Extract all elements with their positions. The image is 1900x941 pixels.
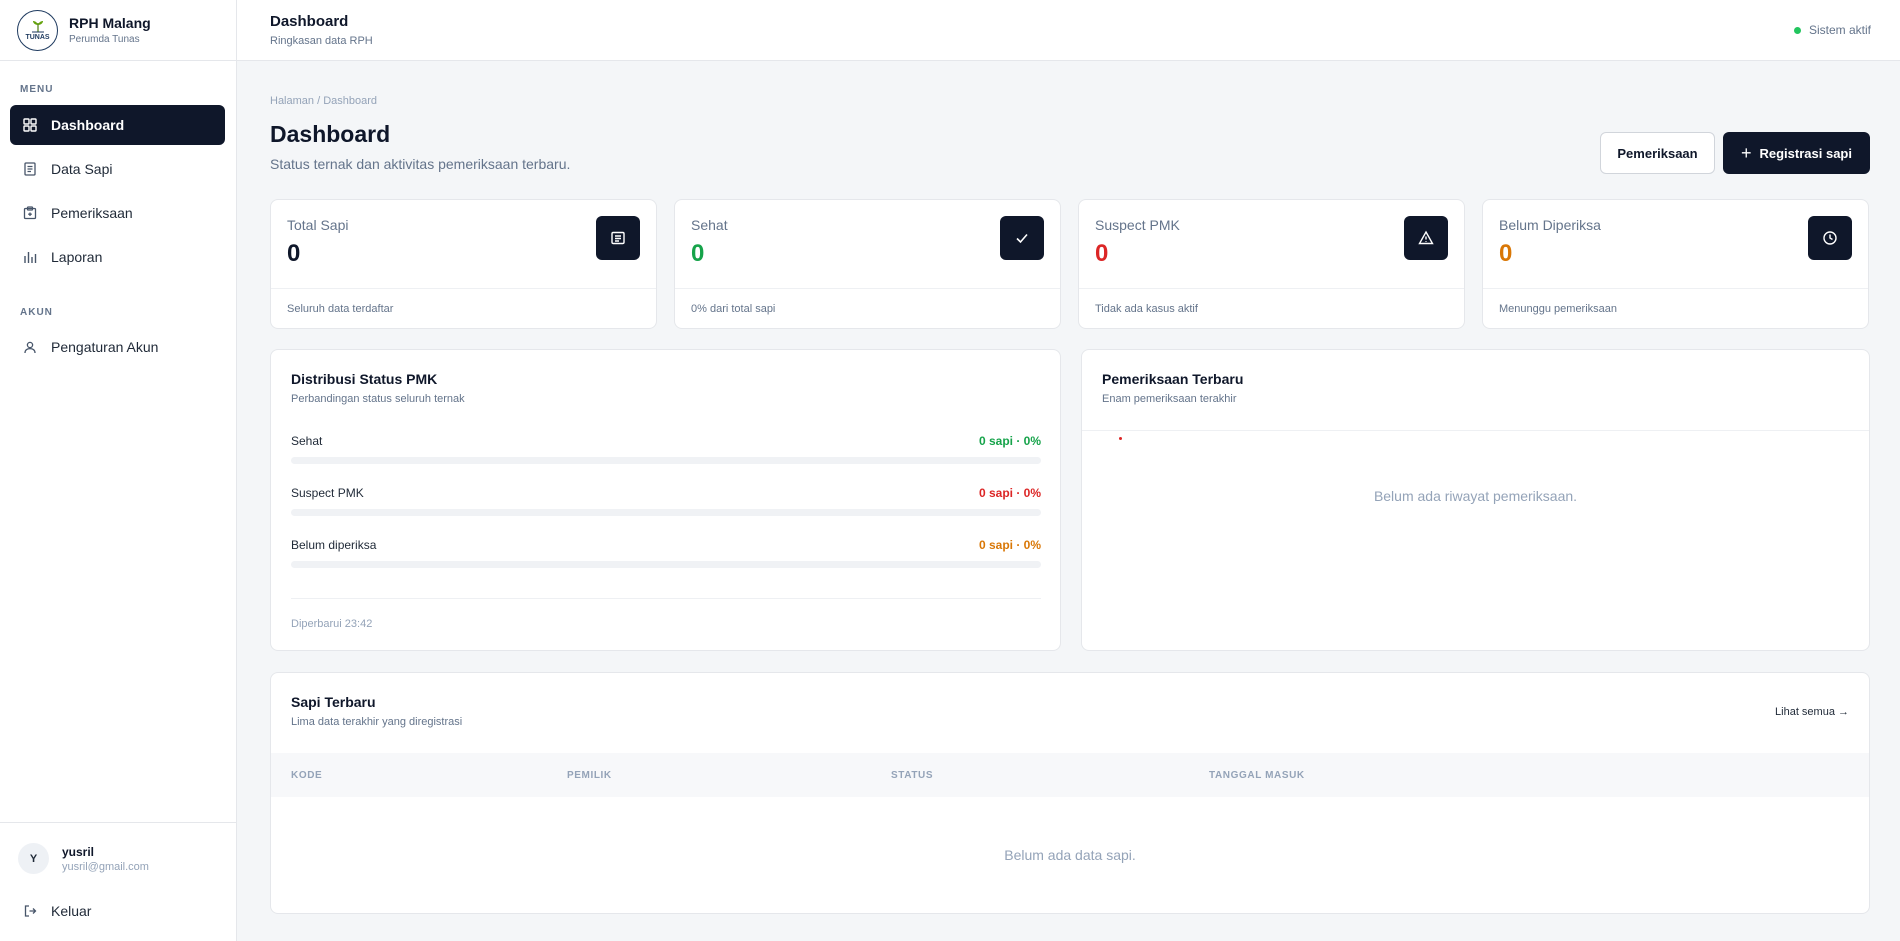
stat-value: 0 [287, 240, 301, 267]
menu-section-label: MENU [20, 84, 54, 95]
registrasi-sapi-button[interactable]: + Registrasi sapi [1723, 132, 1870, 174]
topbar: Dashboard Ringkasan data RPH Sistem akti… [237, 0, 1900, 61]
system-status: Sistem aktif [1793, 23, 1871, 37]
distribution-row-label: Belum diperiksa [291, 538, 377, 552]
distribution-row-value: 0 sapi · 0% [978, 538, 1041, 552]
stat-card-total-sapi: Total Sapi 0 Seluruh data terdaftar [270, 199, 657, 329]
distribution-title: Distribusi Status PMK [291, 371, 438, 387]
distribution-row-suspect-pmk: Suspect PMK 0 sapi · 0% [291, 486, 1041, 516]
stat-value: 0 [691, 240, 705, 267]
warning-icon [1404, 216, 1448, 260]
stat-label: Suspect PMK [1095, 217, 1180, 233]
sidebar-item-label: Pemeriksaan [51, 205, 133, 221]
distribution-row-value: 0 sapi · 0% [978, 486, 1041, 500]
stat-footnote: Menunggu pemeriksaan [1499, 303, 1618, 315]
stat-card-suspect-pmk: Suspect PMK 0 Tidak ada kasus aktif [1078, 199, 1465, 329]
system-status-label: Sistem aktif [1808, 23, 1871, 37]
progress-track [291, 509, 1041, 516]
distribution-row-label: Sehat [291, 434, 323, 448]
progress-track [291, 457, 1041, 464]
avatar: Y [18, 843, 49, 874]
account-nav: Pengaturan Akun [10, 327, 225, 371]
clipboard-icon [23, 206, 37, 220]
header-title: Dashboard [270, 13, 349, 30]
recent-checks-title: Pemeriksaan Terbaru [1102, 371, 1244, 387]
plus-icon: + [1740, 142, 1752, 163]
stat-label: Total Sapi [287, 217, 349, 233]
latest-cattle-subtitle: Lima data terakhir yang diregistrasi [291, 716, 463, 728]
stat-label: Sehat [691, 217, 728, 233]
stat-value: 0 [1095, 240, 1109, 267]
column-header-pemilik: PEMILIK [567, 770, 612, 781]
table-header: KODE PEMILIK STATUS TANGGAL MASUK [271, 753, 1869, 797]
column-header-kode: KODE [291, 770, 323, 781]
page-subtitle: Status ternak dan aktivitas pemeriksaan … [270, 156, 571, 172]
bar-chart-icon [24, 252, 37, 263]
column-header-status: STATUS [891, 770, 934, 781]
stat-footnote: Seluruh data terdaftar [287, 303, 394, 315]
user-email: yusril@gmail.com [62, 860, 149, 873]
sidebar-item-label: Laporan [51, 249, 103, 265]
breadcrumb: Halaman / Dashboard [270, 95, 378, 107]
check-icon [1000, 216, 1044, 260]
status-dot-icon [1793, 26, 1801, 34]
stat-card-sehat: Sehat 0 0% dari total sapi [674, 199, 1061, 329]
sidebar-item-label: Dashboard [51, 117, 125, 133]
sidebar-item-label: Pengaturan Akun [51, 339, 159, 355]
stat-cards: Total Sapi 0 Seluruh data terdaftar Seha… [270, 199, 1870, 329]
indicator-dot-icon [1119, 437, 1122, 440]
account-section-label: AKUN [20, 307, 53, 318]
stat-card-belum-diperiksa: Belum Diperiksa 0 Menunggu pemeriksaan [1482, 199, 1869, 329]
recent-checks-empty: Belum ada riwayat pemeriksaan. [1373, 488, 1578, 504]
user-icon [24, 341, 36, 354]
header-subtitle: Ringkasan data RPH [270, 35, 373, 47]
stat-value: 0 [1499, 240, 1513, 267]
sidebar-item-laporan[interactable]: Laporan [10, 237, 225, 277]
sidebar-item-data-sapi[interactable]: Data Sapi [10, 149, 225, 189]
brand-subtitle: Perumda Tunas [69, 34, 140, 45]
progress-track [291, 561, 1041, 568]
brand-logo: TUNAS [17, 9, 58, 51]
logout-icon [24, 905, 37, 917]
pemeriksaan-button-label: Pemeriksaan [1617, 145, 1698, 161]
logout-button[interactable]: Keluar [23, 903, 91, 919]
distribution-updated: Diperbarui 23:42 [291, 618, 373, 630]
sidebar-item-label: Data Sapi [51, 161, 113, 177]
pemeriksaan-button[interactable]: Pemeriksaan [1600, 132, 1715, 174]
stat-footnote: Tidak ada kasus aktif [1095, 303, 1198, 315]
latest-cattle-empty: Belum ada data sapi. [1004, 847, 1136, 863]
sidebar: TUNAS RPH Malang Perumda Tunas MENU Dash… [0, 0, 237, 941]
latest-cattle-panel: Sapi Terbaru Lima data terakhir yang dir… [270, 672, 1870, 914]
list-icon [596, 216, 640, 260]
clock-icon [1808, 216, 1852, 260]
brand-name: RPH Malang [69, 15, 151, 31]
leaf-icon [31, 21, 44, 33]
see-all-link[interactable]: Lihat semua → [1775, 706, 1849, 718]
page-title: Dashboard [270, 121, 391, 147]
document-icon [24, 162, 36, 176]
distribution-row-belum-diperiksa: Belum diperiksa 0 sapi · 0% [291, 538, 1041, 568]
distribution-row-label: Suspect PMK [291, 486, 364, 500]
recent-checks-panel: Pemeriksaan Terbaru Enam pemeriksaan ter… [1081, 349, 1870, 651]
stat-footnote: 0% dari total sapi [691, 303, 776, 315]
column-header-tanggal-masuk: TANGGAL MASUK [1209, 770, 1305, 781]
main-nav: Dashboard Data Sapi Pemeriksaan Laporan [10, 105, 225, 281]
user-name: yusril [62, 844, 95, 859]
sidebar-item-dashboard[interactable]: Dashboard [10, 105, 225, 145]
recent-checks-subtitle: Enam pemeriksaan terakhir [1102, 393, 1237, 405]
distribution-row-value: 0 sapi · 0% [978, 434, 1041, 448]
distribution-panel: Distribusi Status PMK Perbandingan statu… [270, 349, 1061, 651]
sidebar-item-pengaturan-akun[interactable]: Pengaturan Akun [10, 327, 225, 367]
brand-logo-text: TUNAS [25, 34, 50, 41]
distribution-subtitle: Perbandingan status seluruh ternak [291, 393, 465, 405]
sidebar-item-pemeriksaan[interactable]: Pemeriksaan [10, 193, 225, 233]
user-panel: Y yusril yusril@gmail.com Keluar [0, 822, 236, 941]
latest-cattle-title: Sapi Terbaru [291, 694, 376, 710]
brand: TUNAS RPH Malang Perumda Tunas [0, 0, 236, 61]
distribution-row-sehat: Sehat 0 sapi · 0% [291, 434, 1041, 464]
stat-label: Belum Diperiksa [1499, 217, 1601, 233]
grid-icon [23, 118, 37, 132]
logout-label: Keluar [51, 903, 92, 919]
registrasi-sapi-button-label: Registrasi sapi [1759, 145, 1853, 161]
